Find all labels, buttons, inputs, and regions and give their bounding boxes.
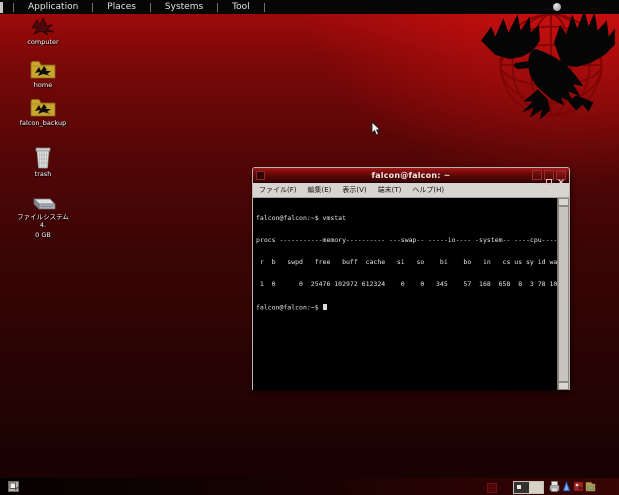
bottom-taskbar: [0, 478, 619, 495]
menubar-divider: [264, 3, 265, 12]
text-cursor: [323, 304, 327, 310]
menu-terminal[interactable]: 端末(T): [378, 185, 402, 195]
terminal-line: procs -----------memory---------- ---swa…: [256, 237, 554, 244]
system-tray: [549, 480, 596, 493]
desktop-icon-label: ファイルシステム 4.: [16, 214, 70, 230]
terminal-window: falcon@falcon: ~ ファイル(F) 編集(E): [252, 167, 570, 390]
menu-file[interactable]: ファイル(F): [259, 185, 297, 195]
workspace-1[interactable]: [514, 482, 529, 493]
close-icon: [557, 178, 565, 186]
harddrive-icon: [28, 196, 58, 212]
minimize-button[interactable]: [532, 170, 542, 180]
menu-systems[interactable]: Systems: [151, 0, 217, 14]
trash-icon: [34, 145, 52, 169]
panel-edge-handle[interactable]: [0, 2, 3, 13]
desktop-icon-home[interactable]: home: [16, 59, 70, 90]
desktop-icon-label: falcon_backup: [20, 120, 67, 128]
folder-eagle-icon: [30, 59, 56, 80]
maximize-button[interactable]: [544, 170, 554, 180]
workspace-2[interactable]: [529, 482, 544, 493]
terminal-scrollbar[interactable]: [557, 198, 569, 390]
terminal-titlebar[interactable]: falcon@falcon: ~: [253, 168, 569, 183]
top-menubar: Application Places Systems Tool: [0, 0, 619, 14]
desktop-icon-trash[interactable]: trash: [16, 145, 70, 179]
menu-view[interactable]: 表示(V): [342, 185, 366, 195]
scroll-up-button[interactable]: [558, 198, 569, 206]
desktop-icon-label: computer: [27, 39, 58, 47]
window-title: falcon@falcon: ~: [253, 171, 569, 180]
desktop-icon-falcon-backup[interactable]: falcon_backup: [16, 97, 70, 128]
falcon-globe-logo: [475, 6, 619, 120]
network-icon[interactable]: [561, 480, 572, 493]
terminal-menubar: ファイル(F) 編集(E) 表示(V) 端末(T) ヘルプ(H): [253, 183, 569, 198]
menu-edit[interactable]: 編集(E): [308, 185, 332, 195]
desktop-icon-label: trash: [35, 171, 52, 179]
menu-application[interactable]: Application: [14, 0, 92, 14]
workspace-pager[interactable]: [513, 481, 544, 494]
terminal-line: falcon@falcon:~$ vmstat: [256, 215, 554, 222]
menu-help[interactable]: ヘルプ(H): [412, 185, 444, 195]
computer-eagle-icon: [30, 17, 56, 37]
files-icon[interactable]: [585, 480, 596, 493]
terminal-app-icon: [256, 171, 265, 180]
desktop-icon-label: home: [34, 82, 52, 90]
scrollbar-thumb[interactable]: [558, 206, 569, 382]
terminal-text: falcon@falcon:~$ vmstat procs ----------…: [256, 200, 554, 326]
update-icon[interactable]: [573, 480, 584, 493]
taskbar-applet[interactable]: [487, 483, 497, 493]
folder-eagle-icon: [30, 97, 56, 118]
show-desktop-icon[interactable]: [8, 481, 19, 492]
printer-icon[interactable]: [549, 480, 560, 493]
desktop-icon-label-line2: 0 GB: [35, 232, 51, 240]
menu-places[interactable]: Places: [93, 0, 150, 14]
close-button[interactable]: [556, 170, 566, 180]
terminal-line: r b swpd free buff cache si so bi bo in …: [256, 259, 554, 266]
terminal-line: 1 0 0 25476 102972 612324 0 0 345 57 168…: [256, 281, 554, 288]
maximize-icon: [545, 178, 553, 186]
minimize-icon: [533, 178, 541, 186]
terminal-output-area[interactable]: falcon@falcon:~$ vmstat procs ----------…: [253, 198, 569, 390]
terminal-prompt-line: falcon@falcon:~$: [256, 304, 554, 312]
menu-tool[interactable]: Tool: [218, 0, 263, 14]
scroll-down-button[interactable]: [558, 382, 569, 390]
desktop-icon-filesystem[interactable]: ファイルシステム 4. 0 GB: [16, 196, 70, 239]
status-tray-icon[interactable]: [553, 3, 561, 11]
desktop-icon-computer[interactable]: computer: [16, 17, 70, 47]
